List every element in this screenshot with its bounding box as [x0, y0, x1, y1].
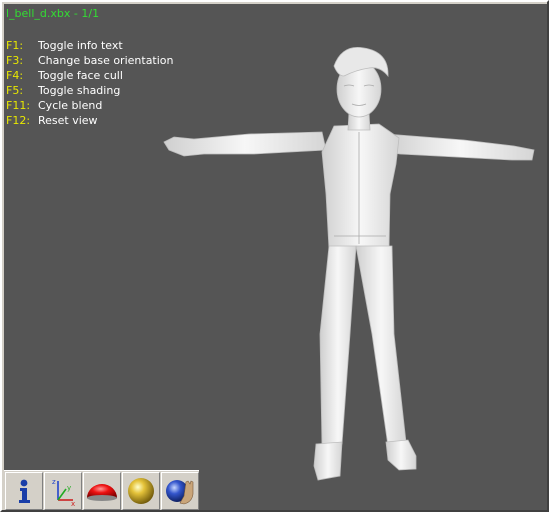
- 3d-viewport[interactable]: l_bell_d.xbx - 1/1 F1: Toggle info text …: [4, 4, 547, 510]
- help-row-f3: F3: Change base orientation: [6, 53, 174, 68]
- help-label: Cycle blend: [38, 99, 103, 112]
- view-toolbar: z y x: [4, 470, 199, 510]
- red-dome-icon: [87, 484, 117, 501]
- shading-button[interactable]: [122, 472, 160, 510]
- axes-button[interactable]: z y x: [44, 472, 82, 510]
- help-label: Toggle shading: [38, 84, 121, 97]
- help-row-f5: F5: Toggle shading: [6, 83, 174, 98]
- help-label: Reset view: [38, 114, 98, 127]
- help-row-f4: F4: Toggle face cull: [6, 68, 174, 83]
- axis-y-label: y: [67, 484, 71, 492]
- help-label: Toggle face cull: [38, 69, 123, 82]
- help-key: F5:: [6, 84, 24, 97]
- axis-x-label: x: [71, 500, 75, 506]
- reset-view-button[interactable]: [161, 472, 199, 510]
- help-key: F12:: [6, 114, 31, 127]
- help-row-f1: F1: Toggle info text: [6, 38, 174, 53]
- help-key: F11:: [6, 99, 31, 112]
- help-row-f12: F12: Reset view: [6, 113, 174, 128]
- info-icon: [19, 479, 30, 503]
- help-row-f11: F11: Cycle blend: [6, 98, 174, 113]
- axis-z-label: z: [52, 478, 56, 486]
- help-key: F3:: [6, 54, 24, 67]
- help-key: F1:: [6, 39, 24, 52]
- help-label: Toggle info text: [38, 39, 123, 52]
- info-button[interactable]: [5, 472, 43, 510]
- face-cull-button[interactable]: [83, 472, 121, 510]
- axes-icon: z y x: [52, 478, 75, 506]
- app-window: l_bell_d.xbx - 1/1 F1: Toggle info text …: [0, 0, 549, 512]
- hand-sphere-icon: [166, 480, 194, 505]
- help-label: Change base orientation: [38, 54, 174, 67]
- help-key: F4:: [6, 69, 24, 82]
- file-title: l_bell_d.xbx - 1/1: [6, 7, 100, 20]
- yellow-sphere-icon: [128, 478, 154, 504]
- help-overlay: F1: Toggle info text F3: Change base ori…: [6, 38, 174, 128]
